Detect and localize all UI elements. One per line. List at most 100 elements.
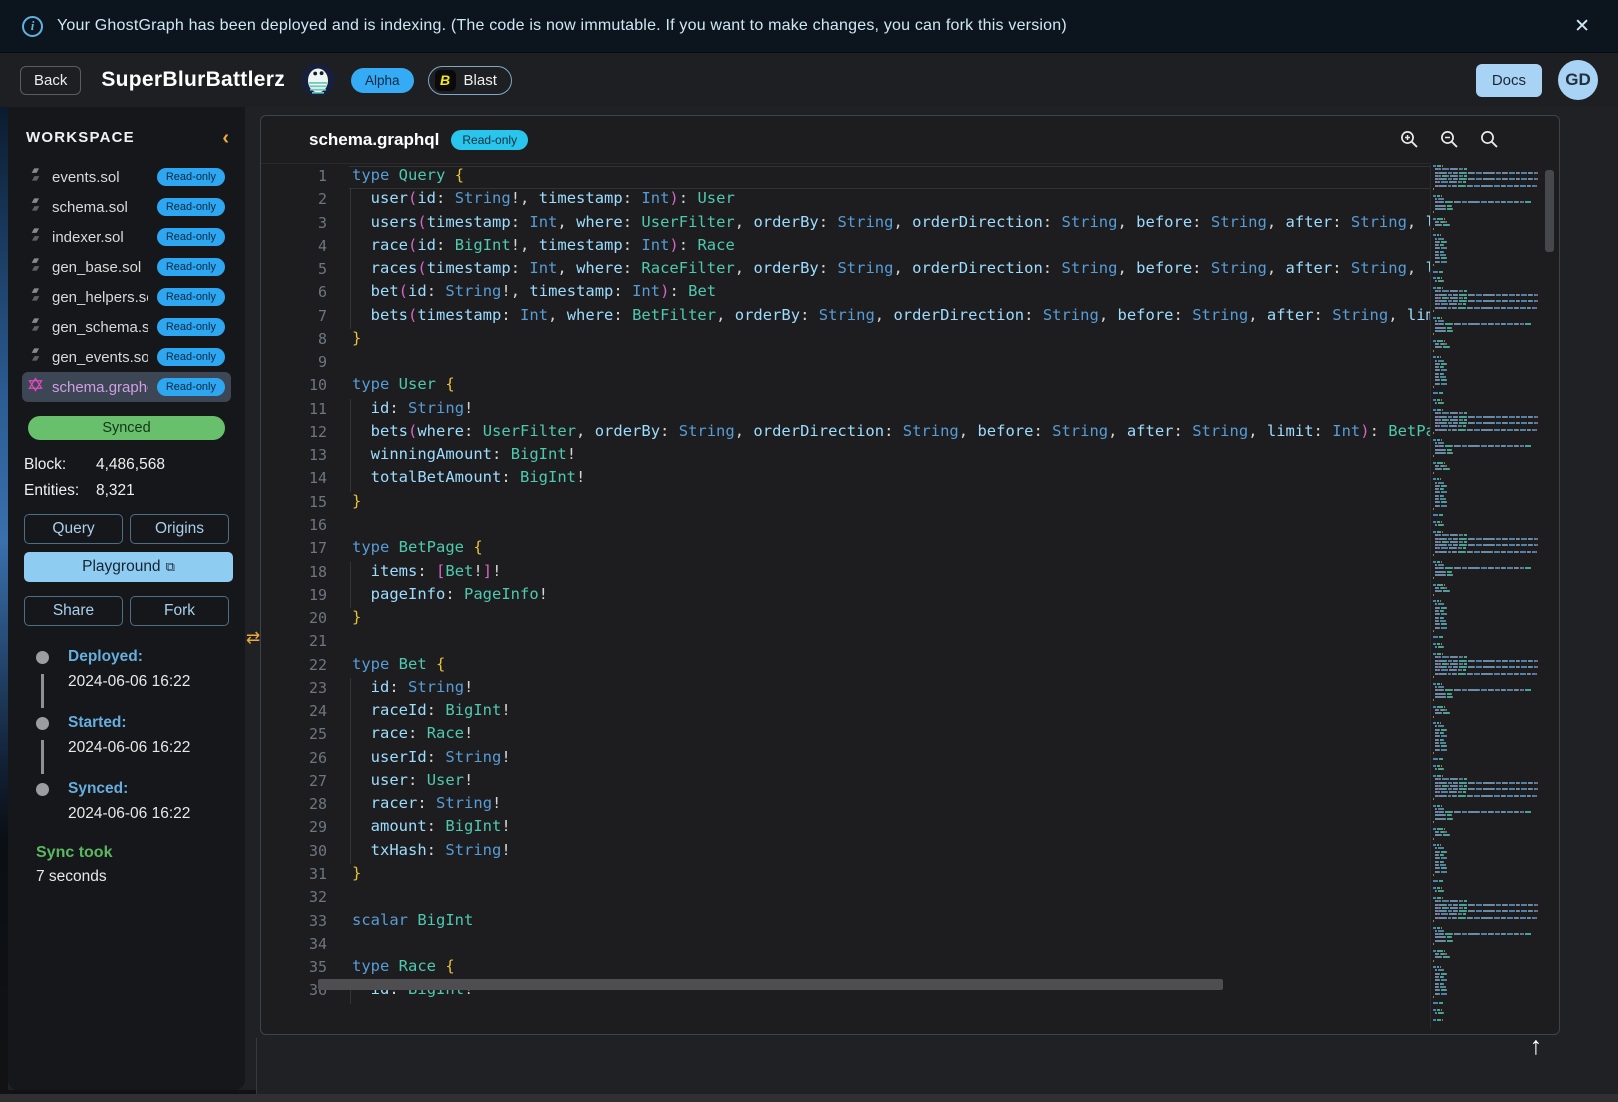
code-line: 17type BetPage { bbox=[261, 538, 1431, 561]
graphql-icon bbox=[28, 377, 43, 397]
timeline-item-started: Started: 2024-06-06 16:22 bbox=[28, 714, 231, 780]
docs-button[interactable]: Docs bbox=[1476, 64, 1542, 97]
sidebar-item-schema-graphql[interactable]: schema.graphqlRead-only bbox=[22, 372, 231, 402]
horizontal-scrollbar[interactable] bbox=[318, 979, 1223, 990]
readonly-badge: Read-only bbox=[157, 318, 225, 336]
blast-badge: B Blast bbox=[428, 66, 512, 95]
arrow-up-icon[interactable]: ↑ bbox=[1516, 1026, 1556, 1066]
line-number: 7 bbox=[261, 307, 327, 325]
timeline-value: 2024-06-06 16:22 bbox=[68, 805, 231, 823]
close-icon[interactable]: ✕ bbox=[1568, 13, 1596, 40]
zoom-in-icon[interactable] bbox=[1400, 130, 1419, 149]
sidebar-item-gen_schema-sol[interactable]: gen_schema.solRead-only bbox=[22, 312, 231, 342]
banner-message: Your GhostGraph has been deployed and is… bbox=[57, 17, 1067, 35]
code-line: 33scalar BigInt bbox=[261, 911, 1431, 934]
entities-stat: Entities: 8,321 bbox=[24, 482, 225, 500]
line-number: 32 bbox=[261, 888, 327, 906]
solidity-icon bbox=[28, 197, 43, 217]
line-number: 19 bbox=[261, 586, 327, 604]
line-number: 26 bbox=[261, 749, 327, 767]
timeline-value: 2024-06-06 16:22 bbox=[68, 739, 231, 757]
code-line: 14 totalBetAmount: BigInt! bbox=[261, 468, 1431, 491]
sidebar-resize-handle[interactable]: ⇄ bbox=[246, 628, 260, 648]
block-label: Block: bbox=[24, 456, 96, 474]
code-line: 26 userId: String! bbox=[261, 748, 1431, 771]
line-number: 12 bbox=[261, 423, 327, 441]
code-line: 4 race(id: BigInt!, timestamp: Int): Rac… bbox=[261, 236, 1431, 259]
zoom-out-icon[interactable] bbox=[1440, 130, 1459, 149]
playground-button[interactable]: Playground⧉ bbox=[24, 552, 233, 582]
file-list: events.solRead-onlyschema.solRead-onlyin… bbox=[22, 162, 231, 402]
line-number: 16 bbox=[261, 516, 327, 534]
page-scrollbar[interactable] bbox=[0, 1094, 1618, 1102]
line-number: 6 bbox=[261, 283, 327, 301]
line-number: 29 bbox=[261, 818, 327, 836]
deployment-timeline: Deployed: 2024-06-06 16:22 Started: 2024… bbox=[28, 648, 231, 828]
search-icon[interactable] bbox=[1480, 130, 1499, 149]
code-line: 6 bet(id: String!, timestamp: Int): Bet bbox=[261, 282, 1431, 305]
solidity-icon bbox=[28, 257, 43, 277]
sidebar-item-gen_events-sol[interactable]: gen_events.solRead-only bbox=[22, 342, 231, 372]
code-line: 31} bbox=[261, 864, 1431, 887]
line-number: 14 bbox=[261, 469, 327, 487]
origins-button[interactable]: Origins bbox=[130, 514, 229, 544]
code-line: 1type Query { bbox=[261, 166, 1431, 189]
sidebar-item-events-sol[interactable]: events.solRead-only bbox=[22, 162, 231, 192]
line-number: 1 bbox=[261, 167, 327, 185]
code-line: 28 racer: String! bbox=[261, 794, 1431, 817]
code-line: 3 users(timestamp: Int, where: UserFilte… bbox=[261, 213, 1431, 236]
sidebar-item-schema-sol[interactable]: schema.solRead-only bbox=[22, 192, 231, 222]
external-link-icon: ⧉ bbox=[166, 559, 175, 574]
code-area[interactable]: 1type Query {2 user(id: String!, timesta… bbox=[261, 163, 1431, 1034]
line-number: 15 bbox=[261, 493, 327, 511]
ghost-avatar bbox=[301, 63, 335, 97]
fork-button[interactable]: Fork bbox=[130, 596, 229, 626]
code-line: 15} bbox=[261, 492, 1431, 515]
back-button[interactable]: Back bbox=[20, 66, 81, 95]
line-number: 3 bbox=[261, 214, 327, 232]
sync-took-value: 7 seconds bbox=[36, 868, 231, 886]
blast-icon: B bbox=[435, 70, 456, 91]
code-line: 23 id: String! bbox=[261, 678, 1431, 701]
file-name: schema.sol bbox=[52, 199, 148, 216]
timeline-connector bbox=[41, 740, 44, 774]
share-button[interactable]: Share bbox=[24, 596, 123, 626]
line-number: 21 bbox=[261, 632, 327, 650]
line-number: 18 bbox=[261, 563, 327, 581]
entities-value: 8,321 bbox=[96, 482, 135, 500]
file-name: gen_events.sol bbox=[52, 349, 148, 366]
readonly-badge: Read-only bbox=[157, 228, 225, 246]
line-number: 34 bbox=[261, 935, 327, 953]
solidity-icon bbox=[28, 317, 43, 337]
line-number: 11 bbox=[261, 400, 327, 418]
code-line: 21 bbox=[261, 631, 1431, 654]
deploy-banner: i Your GhostGraph has been deployed and … bbox=[0, 0, 1618, 53]
block-stat: Block: 4,486,568 bbox=[24, 456, 225, 474]
info-icon: i bbox=[22, 16, 43, 37]
sidebar-item-indexer-sol[interactable]: indexer.solRead-only bbox=[22, 222, 231, 252]
readonly-badge: Read-only bbox=[157, 378, 225, 396]
vertical-scrollbar[interactable] bbox=[1545, 170, 1554, 252]
sidebar-item-gen_helpers-sol[interactable]: gen_helpers.solRead-only bbox=[22, 282, 231, 312]
timeline-dot-icon bbox=[36, 717, 49, 730]
status-badge: Synced bbox=[28, 416, 225, 440]
timeline-item-synced: Synced: 2024-06-06 16:22 bbox=[28, 780, 231, 828]
minimap[interactable] bbox=[1430, 165, 1538, 1028]
line-number: 4 bbox=[261, 237, 327, 255]
entities-label: Entities: bbox=[24, 482, 96, 500]
line-number: 27 bbox=[261, 772, 327, 790]
sidebar-item-gen_base-sol[interactable]: gen_base.solRead-only bbox=[22, 252, 231, 282]
readonly-badge: Read-only bbox=[157, 288, 225, 306]
file-name: events.sol bbox=[52, 169, 148, 186]
line-number: 31 bbox=[261, 865, 327, 883]
chevron-left-icon[interactable]: ‹ bbox=[222, 131, 229, 145]
line-number: 23 bbox=[261, 679, 327, 697]
avatar[interactable]: GD bbox=[1558, 60, 1598, 100]
code-line: 13 winningAmount: BigInt! bbox=[261, 445, 1431, 468]
code-line: 10type User { bbox=[261, 375, 1431, 398]
editor-titlebar: schema.graphql Read-only bbox=[261, 116, 1559, 163]
timeline-label: Deployed: bbox=[68, 648, 231, 666]
code-line: 30 txHash: String! bbox=[261, 841, 1431, 864]
code-line: 32 bbox=[261, 887, 1431, 910]
query-button[interactable]: Query bbox=[24, 514, 123, 544]
